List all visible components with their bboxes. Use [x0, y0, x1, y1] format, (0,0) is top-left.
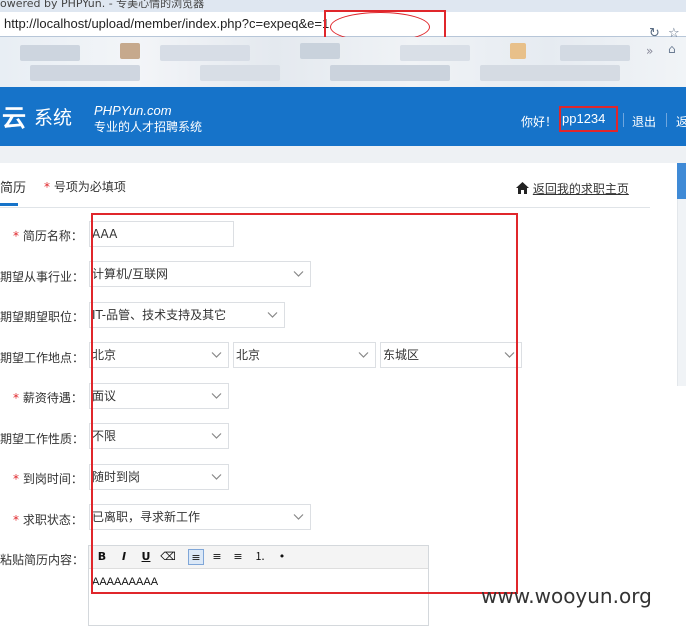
label-location: 期望工作地点：	[0, 351, 85, 365]
page-background-strip	[0, 146, 686, 163]
watermark: www.wooyun.org	[481, 584, 652, 608]
label-position: 期望期望职位：	[0, 310, 85, 324]
return-home-link[interactable]: 返回我的求职主页	[516, 180, 629, 197]
url-text[interactable]: http://localhost/upload/member/index.php…	[4, 16, 329, 31]
required-note: * 号项为必填项	[44, 180, 126, 194]
label-resume-name: * 简历名称：	[13, 229, 83, 243]
label-salary: * 薪资待遇：	[13, 391, 83, 405]
username[interactable]: pp1234	[559, 106, 618, 132]
form-highlight-box	[91, 213, 518, 594]
home-icon[interactable]: ⌂	[668, 42, 676, 56]
tab-resume[interactable]: 简历	[0, 177, 26, 196]
label-paste-resume: 粘贴简历内容：	[0, 553, 85, 567]
logo-char: 云	[2, 104, 26, 132]
more-favorites-arrow[interactable]: »	[646, 44, 653, 58]
greeting: 你好！	[521, 115, 558, 129]
tab-underline	[0, 203, 18, 206]
site-header: 云 系统 PHPYun.com 专业的人才招聘系统 你好！ pp1234 退出 …	[0, 87, 686, 146]
label-industry: 期望从事行业：	[0, 270, 85, 284]
browser-title: owered by PHPYun. - 专美心情的浏览器	[0, 0, 205, 10]
logout-link[interactable]: 退出	[632, 113, 656, 130]
home-icon	[516, 182, 529, 194]
label-job-status: * 求职状态：	[13, 513, 83, 527]
favorites-bar-blurred	[0, 37, 686, 87]
label-job-type: 期望工作性质：	[0, 432, 85, 446]
brand-slogan: 专业的人才招聘系统	[94, 120, 203, 134]
label-start-time: * 到岗时间：	[13, 472, 83, 486]
divider	[666, 113, 667, 127]
brand-domain: PHPYun.com	[94, 103, 172, 118]
right-sidebar-tab[interactable]	[677, 163, 686, 199]
logo-text: 系统	[34, 107, 73, 129]
back-link[interactable]: 返	[676, 113, 686, 130]
url-prefix: http://localhost/upload/member/index.php…	[4, 16, 292, 31]
divider	[623, 113, 624, 127]
section-divider	[0, 207, 650, 208]
